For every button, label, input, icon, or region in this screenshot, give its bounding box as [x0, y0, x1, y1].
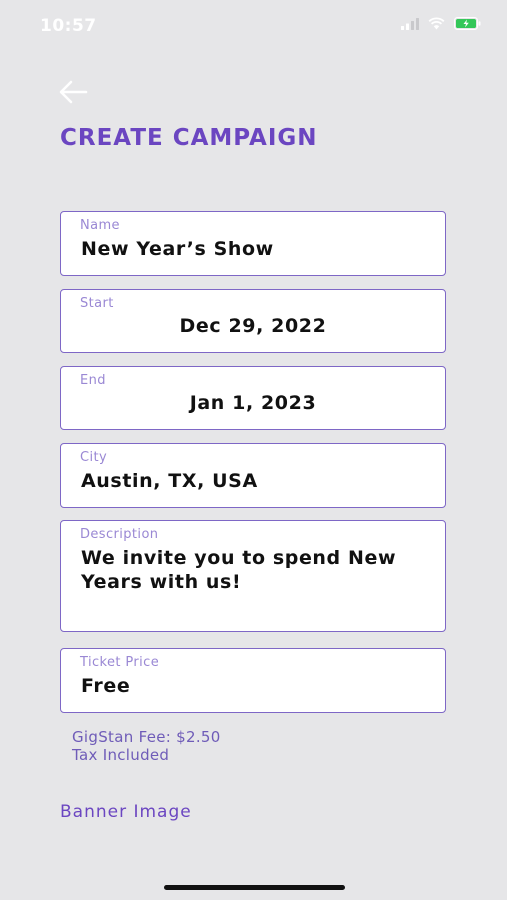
- start-date-field[interactable]: Start Dec 29, 2022: [60, 289, 446, 353]
- banner-image-link[interactable]: Banner Image: [60, 802, 192, 822]
- status-icons: [401, 17, 481, 30]
- status-time: 10:57: [40, 16, 97, 36]
- page-title: CREATE CAMPAIGN: [60, 125, 318, 151]
- ticket-price-value[interactable]: Free: [81, 674, 429, 698]
- end-date-value[interactable]: Jan 1, 2023: [61, 391, 445, 415]
- back-button[interactable]: [58, 79, 88, 105]
- city-field[interactable]: City Austin, TX, USA: [60, 443, 446, 508]
- description-value[interactable]: We invite you to spend New Years with us…: [81, 546, 429, 594]
- city-value[interactable]: Austin, TX, USA: [81, 469, 429, 493]
- status-bar: 10:57: [0, 0, 507, 50]
- description-label: Description: [80, 527, 159, 542]
- battery-charging-icon: [454, 17, 481, 30]
- tax-note: Tax Included: [72, 746, 170, 764]
- ticket-price-label: Ticket Price: [80, 655, 160, 670]
- wifi-icon: [428, 17, 445, 30]
- start-date-value[interactable]: Dec 29, 2022: [61, 314, 445, 338]
- end-date-label: End: [80, 373, 106, 388]
- home-indicator: [164, 885, 345, 890]
- end-date-field[interactable]: End Jan 1, 2023: [60, 366, 446, 430]
- fee-amount: GigStan Fee: $2.50: [72, 728, 221, 746]
- start-date-label: Start: [80, 296, 114, 311]
- description-field[interactable]: Description We invite you to spend New Y…: [60, 520, 446, 632]
- name-label: Name: [80, 218, 120, 233]
- city-label: City: [80, 450, 108, 465]
- name-field[interactable]: Name New Year’s Show: [60, 211, 446, 276]
- ticket-price-field[interactable]: Ticket Price Free: [60, 648, 446, 713]
- cellular-signal-icon: [401, 17, 419, 30]
- name-value[interactable]: New Year’s Show: [81, 237, 429, 261]
- fee-info: GigStan Fee: $2.50 Tax Included: [72, 728, 221, 764]
- arrow-left-icon: [59, 80, 88, 104]
